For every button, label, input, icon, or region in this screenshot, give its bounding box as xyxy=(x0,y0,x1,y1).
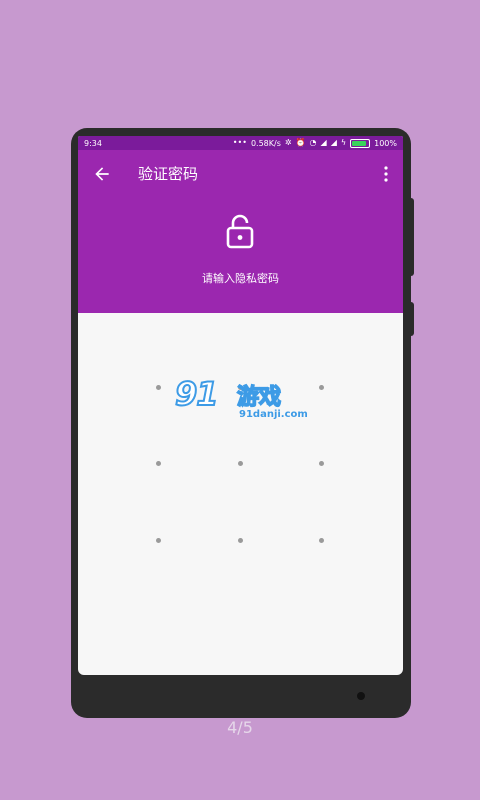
signal-icon: ◢ xyxy=(320,138,327,147)
signal2-icon: ◢ xyxy=(330,138,337,147)
pattern-dot[interactable] xyxy=(238,538,243,543)
pattern-dot[interactable] xyxy=(238,385,243,390)
more-dots-icon: ••• xyxy=(232,138,247,147)
wifi-icon: ◔ xyxy=(309,138,317,147)
app-header: 验证密码 请输入隐私密码 xyxy=(78,150,403,313)
arrow-left-icon[interactable] xyxy=(92,164,112,184)
page-title: 验证密码 xyxy=(138,165,199,183)
more-vert-icon[interactable] xyxy=(383,166,389,182)
network-speed: 0.58K/s xyxy=(250,138,281,148)
pattern-dot[interactable] xyxy=(319,461,324,466)
battery-percent: 100% xyxy=(374,138,397,148)
status-icons: ••• 0.58K/s ✲ ⏰ ◔ ◢ ◢ ϟ 100% xyxy=(232,138,397,148)
lock-open-icon xyxy=(226,214,254,249)
front-camera xyxy=(357,692,365,700)
pattern-dot[interactable] xyxy=(319,385,324,390)
volume-button xyxy=(409,198,414,276)
password-hint: 请输入隐私密码 xyxy=(202,272,279,285)
pattern-dot[interactable] xyxy=(156,461,161,466)
alarm-icon: ⏰ xyxy=(295,138,306,147)
pattern-dot[interactable] xyxy=(238,461,243,466)
status-bar: 9:34 ••• 0.58K/s ✲ ⏰ ◔ ◢ ◢ ϟ 100% xyxy=(78,136,403,150)
pattern-dot[interactable] xyxy=(156,385,161,390)
sync-icon: ✲ xyxy=(284,138,292,147)
battery-icon xyxy=(350,138,371,148)
app-screen: 9:34 ••• 0.58K/s ✲ ⏰ ◔ ◢ ◢ ϟ 100% 验证密码 请… xyxy=(78,136,403,675)
pattern-dot[interactable] xyxy=(319,538,324,543)
status-time: 9:34 xyxy=(84,138,102,148)
page-indicator: 4/5 xyxy=(227,718,253,737)
pattern-lock-grid[interactable] xyxy=(78,313,403,675)
charging-icon: ϟ xyxy=(340,138,347,147)
pattern-dot[interactable] xyxy=(156,538,161,543)
power-button xyxy=(409,302,414,336)
